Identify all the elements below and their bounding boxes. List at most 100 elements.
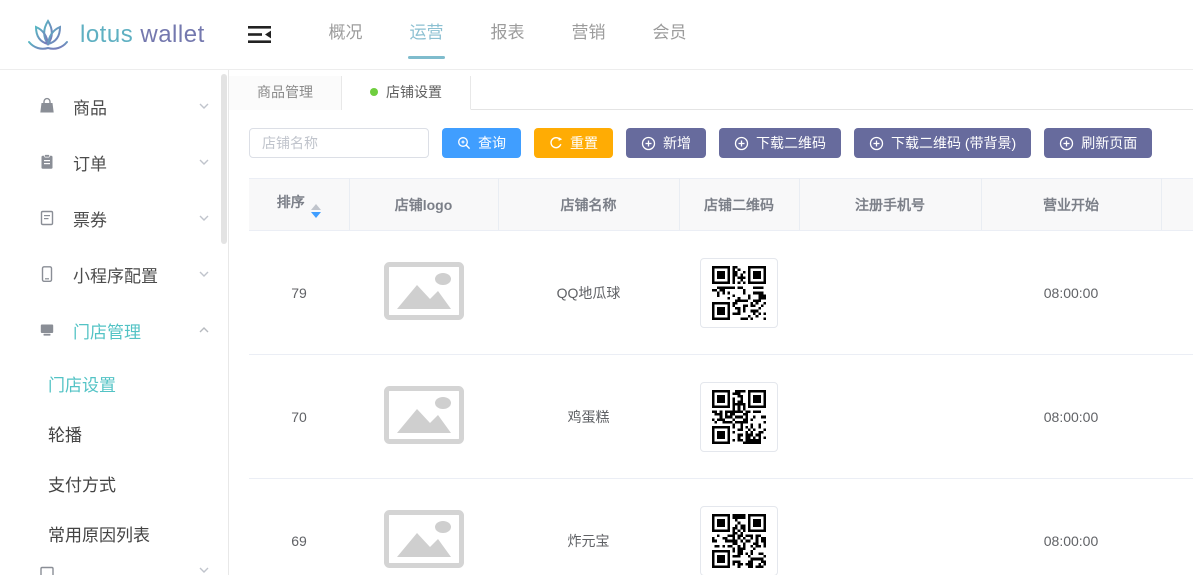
active-tab-dot	[370, 88, 378, 96]
sidebar-item-label: 订单	[73, 150, 198, 175]
sidebar: 商品 订单 票	[0, 70, 229, 575]
sort-carets-icon[interactable]	[311, 204, 321, 218]
miniapp-icon	[38, 265, 56, 283]
column-header-logo: 店铺logo	[349, 179, 498, 231]
chevron-down-icon	[198, 100, 210, 112]
tab-store-settings[interactable]: 店铺设置	[342, 76, 471, 110]
nav-item-operations[interactable]: 运营	[386, 0, 467, 70]
column-header-name: 店铺名称	[498, 179, 679, 231]
chevron-down-icon	[198, 156, 210, 168]
sidebar-item-label: 小程序配置	[73, 262, 198, 287]
chevron-down-icon	[198, 564, 210, 575]
ticket-icon	[38, 209, 56, 227]
menu-fold-icon	[248, 25, 272, 45]
sidebar-item-orders[interactable]: 订单	[0, 134, 228, 190]
plus-circle-icon	[1059, 136, 1074, 151]
refresh-page-button[interactable]: 刷新页面	[1044, 128, 1152, 158]
brand-word-wallet: wallet	[140, 21, 204, 48]
store-submenu: 门店设置 轮播 支付方式 常用原因列表	[0, 358, 228, 558]
tab-goods-management[interactable]: 商品管理	[229, 76, 342, 110]
sidebar-item-tickets[interactable]: 票券	[0, 190, 228, 246]
lotus-icon	[26, 15, 70, 55]
table-row: 70 鸡蛋糕 08:00:00	[249, 355, 1193, 479]
top-nav: 概况 运营 报表 营销 会员	[305, 0, 710, 70]
column-header-phone: 注册手机号	[799, 179, 981, 231]
plus-circle-icon	[869, 136, 884, 151]
chevron-up-icon	[198, 324, 210, 336]
cell-phone	[799, 231, 981, 355]
cell-store-name: QQ地瓜球	[498, 231, 679, 355]
column-header-cutoff	[1161, 179, 1193, 231]
table-header-row: 排序 店铺logo 店铺名称 店铺二维码 注册手机号 营业开始	[249, 179, 1193, 231]
download-qr-button[interactable]: 下载二维码	[719, 128, 841, 158]
clipboard-icon	[38, 153, 56, 171]
image-placeholder-icon	[384, 262, 464, 320]
app-root: lotus wallet 概况 运营 报表 营销 会员	[0, 0, 1193, 575]
button-label: 刷新页面	[1081, 133, 1137, 153]
bag-icon	[38, 97, 56, 115]
brand-name: lotus wallet	[80, 21, 205, 49]
sidebar-item-store-management[interactable]: 门店管理	[0, 302, 228, 358]
nav-item-members[interactable]: 会员	[629, 0, 710, 70]
nav-item-marketing[interactable]: 营销	[548, 0, 629, 70]
tab-bar: 商品管理 店铺设置	[229, 76, 1193, 110]
brand-logo: lotus wallet	[26, 15, 205, 55]
cell-sort: 70	[249, 355, 349, 479]
sidebar-scrollbar-thumb[interactable]	[221, 74, 227, 244]
cell-phone	[799, 355, 981, 479]
brand-word-lotus: lotus	[80, 21, 133, 48]
top-header: lotus wallet 概况 运营 报表 营销 会员	[0, 0, 1193, 70]
menu-icon	[38, 564, 56, 575]
download-qr-background-button[interactable]: 下载二维码 (带背景)	[854, 128, 1031, 158]
store-qrcode	[700, 258, 778, 328]
reset-button[interactable]: 重置	[534, 128, 613, 158]
button-label: 新增	[663, 133, 691, 153]
chevron-down-icon	[198, 268, 210, 280]
store-icon	[38, 321, 56, 339]
plus-circle-icon	[734, 136, 749, 151]
sidebar-item-label: 商品	[73, 94, 198, 119]
store-qrcode	[700, 506, 778, 575]
submenu-item-carousel[interactable]: 轮播	[0, 408, 228, 458]
sidebar-item-label: 票券	[73, 206, 198, 231]
sidebar-item-goods[interactable]: 商品	[0, 78, 228, 134]
add-button[interactable]: 新增	[626, 128, 706, 158]
nav-item-overview[interactable]: 概况	[305, 0, 386, 70]
search-icon	[457, 136, 471, 150]
plus-circle-icon	[641, 136, 656, 151]
tab-label: 店铺设置	[386, 84, 442, 100]
cell-store-name: 鸡蛋糕	[498, 355, 679, 479]
store-name-input[interactable]	[249, 128, 429, 158]
toolbar: 查询 重置 新增 下载二维码	[249, 128, 1173, 158]
submenu-item-store-settings[interactable]: 门店设置	[0, 358, 228, 408]
sidebar-collapse-button[interactable]	[248, 25, 272, 45]
sidebar-menu-overflow	[0, 558, 228, 575]
stores-table: 排序 店铺logo 店铺名称 店铺二维码 注册手机号 营业开始 79 QQ	[249, 178, 1193, 575]
search-button[interactable]: 查询	[442, 128, 521, 158]
column-header-open-time: 营业开始	[981, 179, 1161, 231]
sidebar-item-label: 门店管理	[73, 318, 198, 343]
store-qrcode	[700, 382, 778, 452]
button-label: 重置	[570, 133, 598, 153]
column-header-sort[interactable]: 排序	[249, 179, 349, 231]
cell-open-time: 08:00:00	[981, 479, 1161, 575]
cell-sort: 69	[249, 479, 349, 575]
submenu-item-common-reasons[interactable]: 常用原因列表	[0, 508, 228, 558]
sidebar-menu: 商品 订单 票	[0, 70, 228, 358]
cell-phone	[799, 479, 981, 575]
submenu-item-payment-methods[interactable]: 支付方式	[0, 458, 228, 508]
button-label: 查询	[478, 133, 506, 153]
sidebar-item-partial[interactable]	[0, 558, 228, 575]
cell-sort: 79	[249, 231, 349, 355]
button-label: 下载二维码	[756, 133, 826, 153]
column-header-qrcode: 店铺二维码	[679, 179, 799, 231]
button-label: 下载二维码 (带背景)	[891, 133, 1016, 153]
nav-item-reports[interactable]: 报表	[467, 0, 548, 70]
cell-open-time: 08:00:00	[981, 231, 1161, 355]
chevron-down-icon	[198, 212, 210, 224]
refresh-icon	[549, 136, 563, 150]
image-placeholder-icon	[384, 386, 464, 444]
sidebar-item-miniapp-config[interactable]: 小程序配置	[0, 246, 228, 302]
image-placeholder-icon	[384, 510, 464, 568]
table-row: 69 炸元宝 08:00:00	[249, 479, 1193, 575]
